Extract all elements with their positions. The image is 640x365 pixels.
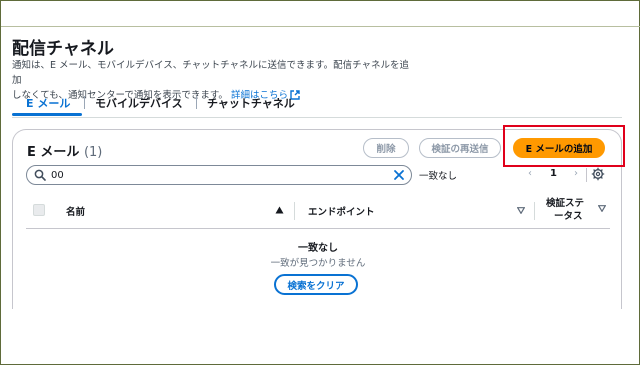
app-window: 配信チャネル 通知は、E メール、モバイルデバイス、チャットチャネルに送信できま… [0, 0, 640, 365]
sort-icon[interactable] [598, 205, 606, 212]
table-header: 名前 エンドポイント 検証ステ ータス [26, 193, 610, 229]
resend-verification-button[interactable]: 検証の再送信 [419, 138, 501, 158]
search-icon [34, 169, 46, 181]
empty-state-title: 一致なし [298, 243, 338, 254]
tab-chat-channels[interactable]: チャットチャネル [207, 95, 295, 111]
gear-icon[interactable] [591, 167, 605, 181]
pagination: ‹ 1 › [526, 166, 586, 184]
current-page[interactable]: 1 [550, 168, 557, 179]
tab-email[interactable]: E メール [26, 95, 70, 111]
column-separator[interactable] [534, 202, 535, 220]
item-count: (1) [83, 145, 103, 160]
highlight-annotation [503, 125, 625, 167]
column-header-verification-status-line2: ータス [554, 211, 583, 222]
column-header-verification-status[interactable]: 検証ステ ータス [546, 197, 584, 223]
active-tab-indicator [12, 113, 82, 116]
chevron-right-icon[interactable]: › [574, 168, 578, 179]
panel-title: E メール (1) [27, 141, 102, 160]
column-header-verification-status-line1: 検証ステ [546, 198, 585, 209]
tab-separator [196, 96, 197, 109]
close-icon[interactable] [393, 169, 405, 181]
delete-button[interactable]: 削除 [363, 138, 409, 158]
empty-state-subtitle: 一致が見つかりません [270, 258, 366, 269]
panel-title-text: E メール [27, 145, 80, 160]
chevron-left-icon[interactable]: ‹ [528, 168, 532, 179]
search-input[interactable] [51, 168, 381, 182]
match-count-text: 一致なし [419, 171, 458, 182]
select-all-checkbox[interactable] [33, 204, 45, 216]
column-header-endpoint[interactable]: エンドポイント [308, 204, 375, 218]
top-divider [1, 26, 640, 27]
column-header-name[interactable]: 名前 [66, 204, 85, 218]
clear-search-button[interactable]: 検索をクリア [274, 274, 358, 295]
search-field[interactable] [26, 165, 412, 185]
column-separator[interactable] [294, 202, 295, 220]
pager-separator [586, 168, 587, 182]
tab-mobile-devices[interactable]: モバイルデバイス [95, 95, 183, 111]
description-line-1: 通知は、E メール、モバイルデバイス、チャットチャネルに送信できます。配信チャネ… [12, 60, 410, 86]
tab-separator [84, 96, 85, 109]
page-title: 配信チャネル [12, 39, 114, 59]
tab-bar: E メール モバイルデバイス チャットチャネル [12, 91, 302, 117]
sort-ascending-icon[interactable] [275, 206, 284, 214]
tabs-divider [12, 117, 622, 118]
sort-icon[interactable] [517, 207, 525, 214]
